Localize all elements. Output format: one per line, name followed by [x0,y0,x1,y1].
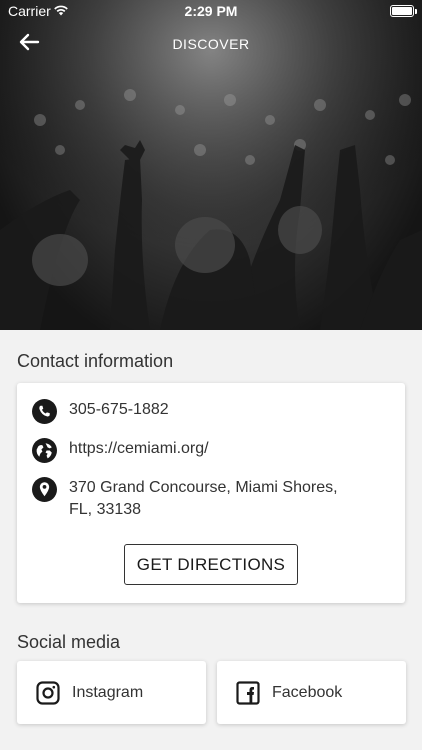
globe-icon [32,438,57,463]
address-text: 370 Grand Concourse, Miami Shores, FL, 3… [69,479,338,518]
location-pin-icon [32,477,57,502]
status-bar: Carrier 2:29 PM [0,0,422,22]
get-directions-button[interactable]: GET DIRECTIONS [124,544,298,585]
phone-icon [32,399,57,424]
social-heading: Social media [17,632,121,652]
contact-card: 305-675-1882 https://cemiami.org/ 370 Gr… [17,383,405,603]
instagram-label: Instagram [72,683,144,701]
instagram-button[interactable]: Instagram [17,661,206,724]
facebook-label: Facebook [272,683,343,701]
address-row[interactable]: 370 Grand Concourse, Miami Shores, FL, 3… [32,477,359,521]
facebook-button[interactable]: Facebook [217,661,406,724]
instagram-icon [36,680,60,705]
page-title: DISCOVER [172,36,250,52]
facebook-icon [236,680,260,705]
battery-icon [390,5,414,17]
phone-row[interactable]: 305-675-1882 [32,399,359,424]
phone-number: 305-675-1882 [69,401,169,418]
status-time: 2:29 PM [184,3,238,19]
contact-heading: Contact information [17,351,174,371]
website-row[interactable]: https://cemiami.org/ [32,438,359,463]
battery-tip [415,9,417,14]
website-link: https://cemiami.org/ [69,440,209,457]
